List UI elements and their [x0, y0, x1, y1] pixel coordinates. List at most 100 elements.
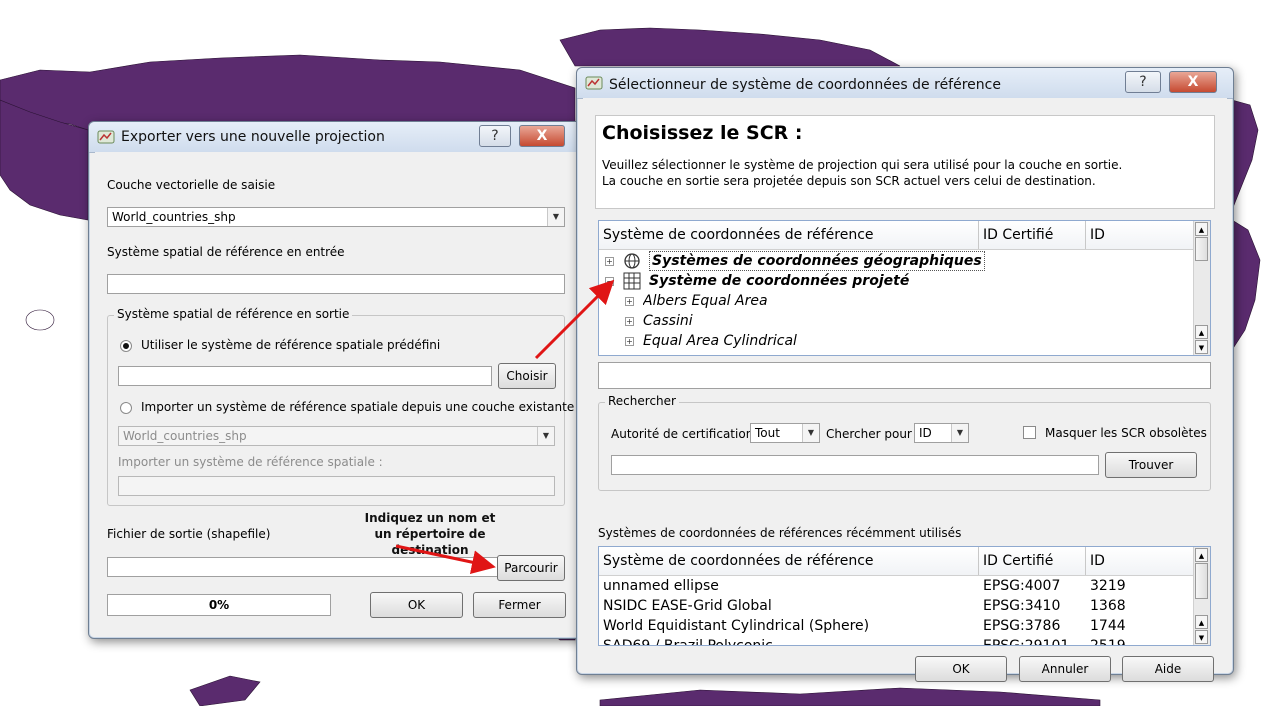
- scroll-down-icon[interactable]: ▼: [1195, 340, 1208, 354]
- import-layer-value: World_countries_shp: [123, 429, 247, 443]
- find-button[interactable]: Trouver: [1105, 452, 1197, 478]
- close-icon[interactable]: X: [519, 125, 565, 147]
- help-icon[interactable]: ?: [1125, 71, 1161, 93]
- scroll-up-icon[interactable]: ▲: [1195, 615, 1208, 629]
- tree-row[interactable]: + Systèmes de coordonnées géographiques: [599, 251, 1194, 271]
- help-icon[interactable]: ?: [479, 125, 511, 147]
- expand-plus-icon[interactable]: +: [625, 317, 634, 326]
- authority-value: Tout: [755, 426, 780, 440]
- recent-name: NSIDC EASE-Grid Global: [603, 598, 772, 614]
- expand-plus-icon[interactable]: +: [625, 337, 634, 346]
- radio-predefined-label: Utiliser le système de référence spatial…: [141, 338, 441, 352]
- export-dialog-titlebar[interactable]: Exporter vers une nouvelle projection ? …: [89, 122, 585, 153]
- recent-id: 3219: [1090, 578, 1126, 594]
- chevron-down-icon: ▼: [802, 424, 819, 442]
- table-row[interactable]: unnamed ellipse EPSG:4007 3219: [599, 576, 1194, 596]
- search-group-title: Rechercher: [605, 394, 679, 408]
- table-row[interactable]: SAD69 / Brazil Polyconic EPSG:29101 2519: [599, 636, 1194, 646]
- search-group: Rechercher Autorité de certification Tou…: [598, 394, 1211, 491]
- close-button[interactable]: Fermer: [473, 592, 566, 618]
- tree-row-label: Systèmes de coordonnées géographiques: [649, 251, 985, 271]
- col-id-header[interactable]: ID: [1086, 547, 1196, 575]
- col-certified-header[interactable]: ID Certifié: [979, 221, 1086, 249]
- search-for-value: ID: [919, 426, 932, 440]
- search-for-label: Chercher pour: [826, 427, 912, 441]
- expand-minus-icon[interactable]: −: [605, 277, 614, 286]
- crs-selector-dialog: Sélectionneur de système de coordonnées …: [576, 67, 1234, 682]
- scroll-down-icon[interactable]: ▼: [1195, 630, 1208, 644]
- col-system-header[interactable]: Système de coordonnées de référence: [599, 547, 979, 575]
- table-row[interactable]: NSIDC EASE-Grid Global EPSG:3410 1368: [599, 596, 1194, 616]
- recent-table-scrollbar[interactable]: ▲ ▲ ▼: [1193, 547, 1210, 645]
- grid-icon: [623, 272, 641, 290]
- crs-tree-scrollbar[interactable]: ▲ ▲ ▼: [1193, 221, 1210, 355]
- input-layer-combo[interactable]: World_countries_shp ▼: [107, 207, 565, 227]
- tree-row[interactable]: − Système de coordonnées projeté: [599, 271, 1194, 291]
- scroll-up-icon[interactable]: ▲: [1195, 325, 1208, 339]
- recent-id: 1368: [1090, 598, 1126, 614]
- chevron-down-icon: ▼: [547, 208, 564, 226]
- crs-tree[interactable]: Système de coordonnées de référence ID C…: [598, 220, 1211, 356]
- qgis-app-icon: [585, 76, 603, 90]
- tree-row[interactable]: + Cassini: [599, 311, 1194, 331]
- export-dialog: Exporter vers une nouvelle projection ? …: [88, 121, 586, 639]
- search-for-combo[interactable]: ID ▼: [914, 423, 969, 443]
- selected-crs-field[interactable]: [598, 362, 1211, 389]
- close-icon[interactable]: X: [1169, 71, 1217, 93]
- scroll-up-icon[interactable]: ▲: [1195, 548, 1208, 562]
- annotation-line2: un répertoire de destination: [374, 527, 486, 557]
- recent-name: World Equidistant Cylindrical (Sphere): [603, 618, 870, 634]
- recent-table-header: Système de coordonnées de référence ID C…: [599, 547, 1196, 576]
- input-crs-field[interactable]: [107, 274, 565, 294]
- export-dialog-body: Couche vectorielle de saisie World_count…: [95, 152, 579, 632]
- import-crs-field: [118, 476, 555, 496]
- chevron-down-icon: ▼: [537, 427, 554, 445]
- chevron-down-icon: ▼: [951, 424, 968, 442]
- hide-deprecated-label: Masquer les SCR obsolètes: [1045, 426, 1207, 440]
- authority-combo[interactable]: Tout ▼: [750, 423, 820, 443]
- col-id-header[interactable]: ID: [1086, 221, 1196, 249]
- col-system-header[interactable]: Système de coordonnées de référence: [599, 221, 979, 249]
- input-crs-label: Système spatial de référence en entrée: [107, 245, 345, 259]
- ok-button[interactable]: OK: [915, 656, 1007, 682]
- choose-button[interactable]: Choisir: [498, 363, 556, 389]
- expand-plus-icon[interactable]: +: [625, 297, 634, 306]
- crs-description-line2: La couche en sortie sera projetée depuis…: [602, 174, 1096, 188]
- input-layer-label: Couche vectorielle de saisie: [107, 178, 276, 192]
- ok-button[interactable]: OK: [370, 592, 463, 618]
- scroll-thumb[interactable]: [1195, 237, 1208, 261]
- help-button[interactable]: Aide: [1122, 656, 1214, 682]
- radio-import[interactable]: [120, 402, 132, 414]
- export-dialog-title: Exporter vers une nouvelle projection: [121, 129, 385, 145]
- scroll-up-icon[interactable]: ▲: [1195, 222, 1208, 236]
- hide-deprecated-checkbox[interactable]: [1023, 426, 1036, 439]
- map-bottom-strip: [599, 687, 1101, 706]
- tree-row-label: Système de coordonnées projeté: [649, 273, 910, 289]
- tree-row[interactable]: + Albers Equal Area: [599, 291, 1194, 311]
- recent-id: 2519: [1090, 638, 1126, 646]
- crs-dialog-titlebar[interactable]: Sélectionneur de système de coordonnées …: [577, 68, 1233, 99]
- radio-predefined[interactable]: [120, 340, 132, 352]
- recent-crs-table[interactable]: Système de coordonnées de référence ID C…: [598, 546, 1211, 646]
- output-file-label: Fichier de sortie (shapefile): [107, 527, 271, 541]
- scroll-thumb[interactable]: [1195, 563, 1208, 599]
- import-layer-combo[interactable]: World_countries_shp ▼: [118, 426, 555, 446]
- cancel-button[interactable]: Annuler: [1019, 656, 1111, 682]
- crs-dialog-title: Sélectionneur de système de coordonnées …: [609, 77, 1001, 93]
- output-file-field[interactable]: [107, 557, 499, 577]
- predefined-crs-field[interactable]: [118, 366, 492, 386]
- browse-button[interactable]: Parcourir: [497, 555, 565, 581]
- tree-row[interactable]: + Equal Area Cylindrical: [599, 331, 1194, 351]
- map-south-bottom: [189, 675, 261, 706]
- recent-name: unnamed ellipse: [603, 578, 719, 594]
- globe-icon: [624, 253, 640, 269]
- col-certified-header[interactable]: ID Certifié: [979, 547, 1086, 575]
- output-crs-group: Système spatial de référence en sortie U…: [107, 307, 574, 506]
- table-row[interactable]: World Equidistant Cylindrical (Sphere) E…: [599, 616, 1194, 636]
- search-input[interactable]: [611, 455, 1099, 475]
- map-island: [25, 309, 55, 331]
- expand-plus-icon[interactable]: +: [605, 257, 614, 266]
- recent-certified: EPSG:4007: [983, 578, 1061, 594]
- recent-crs-label: Systèmes de coordonnées de références ré…: [598, 526, 962, 540]
- crs-dialog-body: Choisissez le SCR : Veuillez sélectionne…: [583, 98, 1227, 682]
